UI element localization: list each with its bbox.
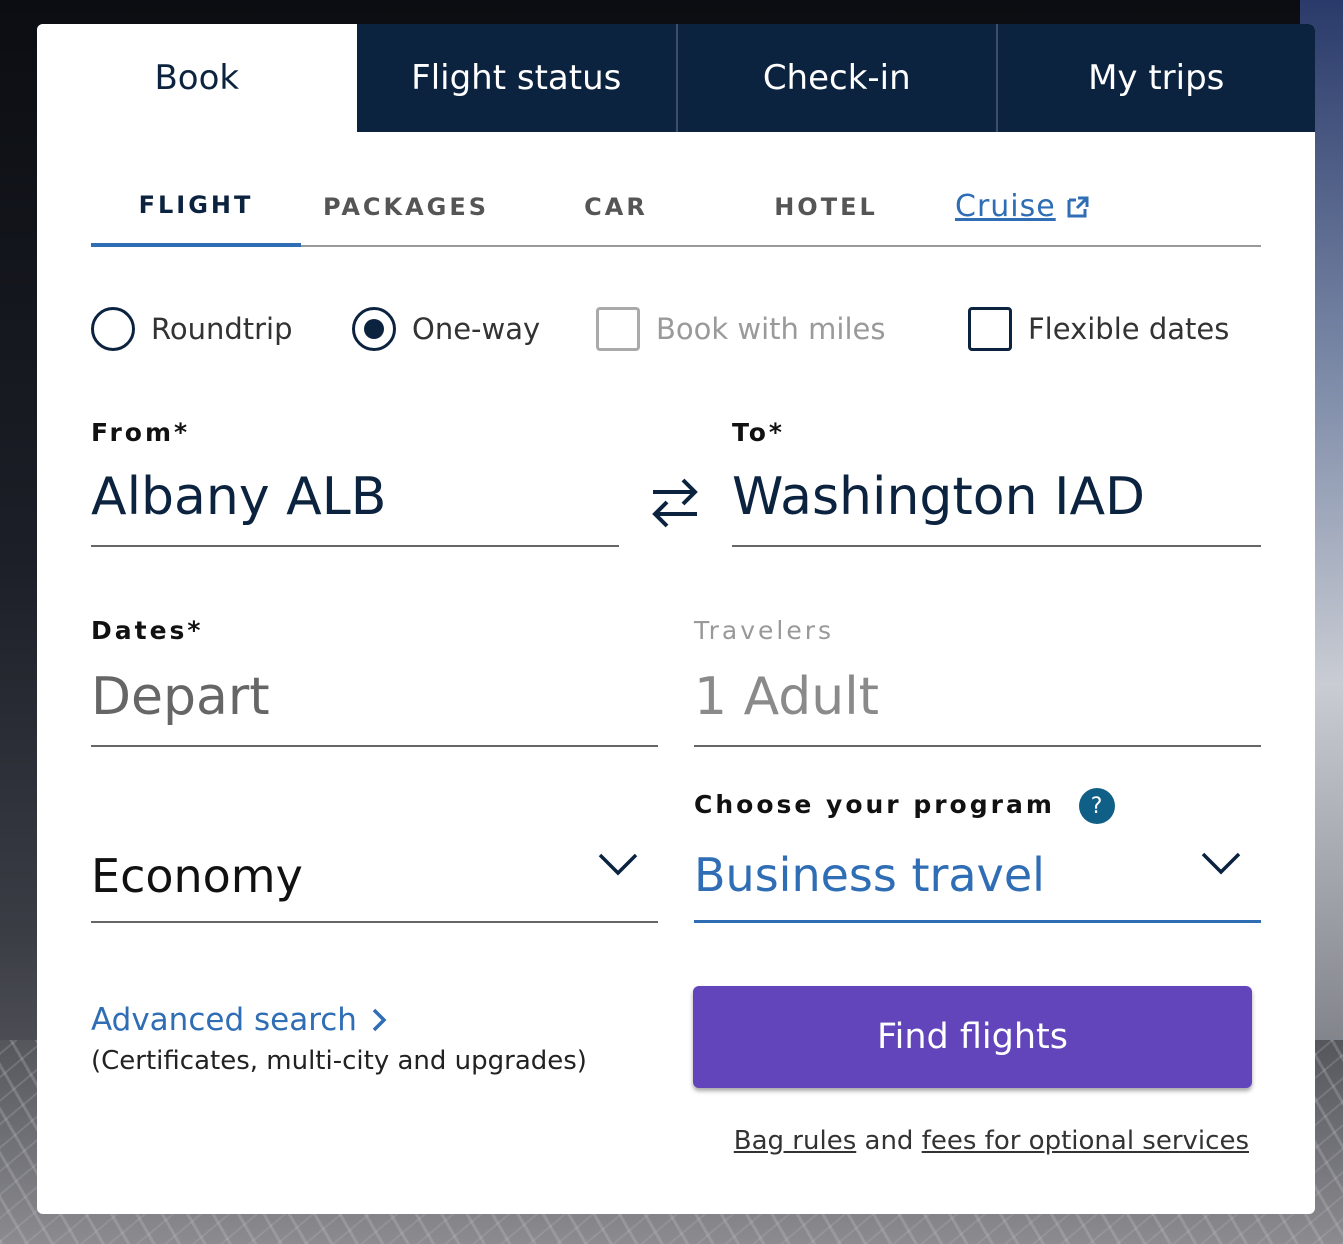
oneway-label: One-way	[412, 312, 541, 346]
external-link-icon	[1067, 196, 1089, 217]
cabin-value: Economy	[91, 849, 303, 903]
book-with-miles-option[interactable]: Book with miles	[596, 304, 885, 354]
oneway-option[interactable]: One-way	[352, 304, 540, 354]
chevron-down-icon	[598, 853, 638, 876]
to-label: To*	[732, 418, 785, 447]
chevron-down-icon	[1201, 852, 1241, 875]
trip-options: Roundtrip One-way Book with miles Flexib…	[91, 304, 1271, 354]
dates-label: Dates*	[91, 616, 204, 645]
travelers-label: Travelers	[694, 616, 835, 645]
booking-type-tabs: FLIGHT PACKAGES CAR HOTEL Cruise	[91, 174, 1261, 247]
flexible-dates-option[interactable]: Flexible dates	[968, 304, 1229, 354]
travelers-input[interactable]: 1 Adult	[694, 649, 1261, 747]
from-input[interactable]: Albany ALB	[91, 449, 619, 547]
book-with-miles-label: Book with miles	[656, 312, 886, 346]
advanced-search-link[interactable]: Advanced search	[91, 1002, 391, 1038]
subtab-flight[interactable]: FLIGHT	[91, 174, 301, 247]
radio-selected-dot	[364, 319, 384, 339]
find-flights-button[interactable]: Find flights	[693, 986, 1252, 1088]
roundtrip-radio[interactable]	[91, 307, 135, 351]
cabin-select[interactable]: Economy	[91, 834, 658, 923]
cruise-label: Cruise	[955, 189, 1056, 224]
booking-widget: Book Flight status Check-in My trips FLI…	[37, 24, 1315, 1214]
optional-fees-link[interactable]: fees for optional services	[922, 1126, 1249, 1156]
advanced-search-note: (Certificates, multi-city and upgrades)	[91, 1046, 587, 1076]
top-tabs: Book Flight status Check-in My trips	[37, 24, 1315, 132]
program-value: Business travel	[694, 848, 1045, 902]
subtab-hotel[interactable]: HOTEL	[721, 174, 931, 247]
book-with-miles-checkbox[interactable]	[596, 307, 640, 351]
fees-and-text: and	[864, 1126, 914, 1156]
advanced-search-label: Advanced search	[91, 1002, 357, 1038]
help-icon[interactable]: ?	[1078, 788, 1115, 824]
flexible-dates-checkbox[interactable]	[968, 307, 1012, 351]
subtab-cruise-link[interactable]: Cruise	[931, 174, 1141, 247]
fees-text: Bag rules and fees for optional services	[734, 1126, 1249, 1156]
to-input[interactable]: Washington IAD	[732, 449, 1261, 547]
bag-rules-link[interactable]: Bag rules	[734, 1126, 856, 1156]
tab-book[interactable]: Book	[37, 24, 357, 132]
oneway-radio[interactable]	[352, 307, 396, 351]
swap-airports-icon[interactable]	[649, 474, 701, 530]
program-label: Choose your program ?	[694, 788, 1115, 824]
from-label: From*	[91, 418, 191, 447]
subtab-packages[interactable]: PACKAGES	[301, 174, 511, 247]
tab-my-trips[interactable]: My trips	[995, 24, 1315, 132]
depart-date-input[interactable]: Depart	[91, 649, 658, 747]
roundtrip-option[interactable]: Roundtrip	[91, 304, 293, 354]
flexible-dates-label: Flexible dates	[1028, 312, 1230, 346]
tab-flight-status[interactable]: Flight status	[356, 24, 676, 132]
subtab-car[interactable]: CAR	[511, 174, 721, 247]
program-select[interactable]: Business travel	[694, 834, 1261, 923]
tab-check-in[interactable]: Check-in	[676, 24, 996, 132]
roundtrip-label: Roundtrip	[151, 312, 293, 346]
program-label-text: Choose your program	[694, 790, 1055, 819]
chevron-right-icon	[372, 1008, 387, 1032]
